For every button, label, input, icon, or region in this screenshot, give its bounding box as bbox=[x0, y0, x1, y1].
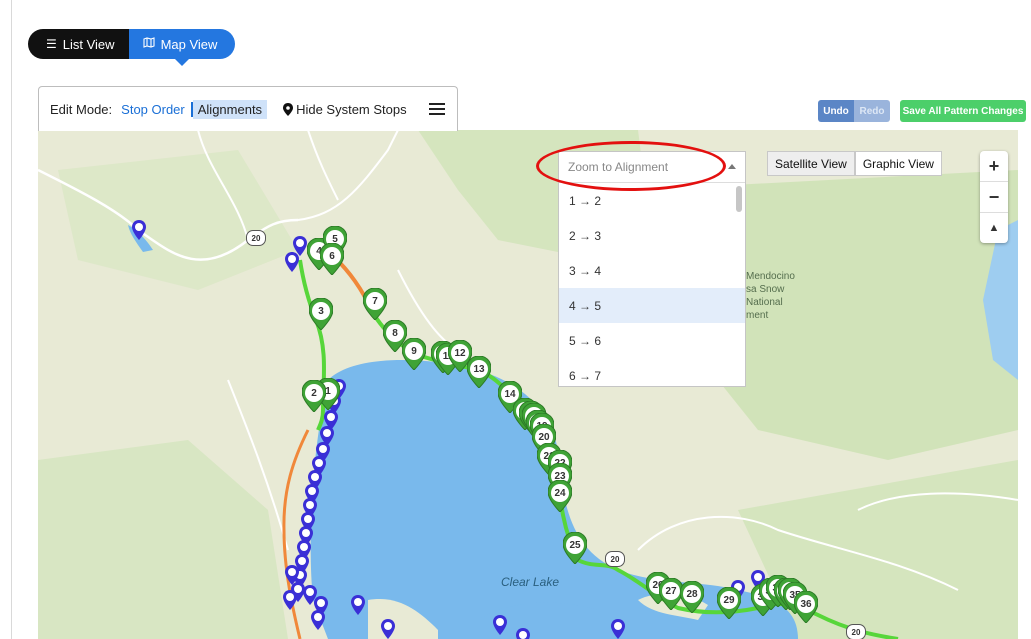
alignment-option[interactable]: 6 → 7 bbox=[559, 358, 745, 386]
stop-number-label: 7 bbox=[366, 292, 384, 310]
system-stop-marker[interactable] bbox=[351, 595, 365, 615]
map-canvas[interactable]: 20 20 20 Clear Lake Mendocino sa Snow Na… bbox=[38, 130, 1018, 639]
stop-number-label: 28 bbox=[683, 585, 701, 603]
stop-marker[interactable]: 9 bbox=[402, 338, 426, 370]
alignment-option[interactable]: 2 → 3 bbox=[559, 218, 745, 253]
graphic-view-button[interactable]: Graphic View bbox=[854, 151, 942, 176]
dropdown-scrollbar[interactable] bbox=[736, 186, 742, 212]
stop-number-label: 13 bbox=[470, 360, 488, 378]
alignment-option[interactable]: 1 → 2 bbox=[559, 183, 745, 218]
map-view-button[interactable]: Map View bbox=[128, 29, 236, 66]
page-left-rule bbox=[11, 0, 12, 639]
alignment-option[interactable]: 3 → 4 bbox=[559, 253, 745, 288]
stop-marker[interactable]: 6 bbox=[320, 243, 344, 275]
system-stop-marker[interactable] bbox=[493, 615, 507, 635]
system-stop-marker[interactable] bbox=[516, 628, 530, 639]
system-stop-marker[interactable] bbox=[132, 220, 146, 240]
zoom-out-button[interactable]: − bbox=[980, 181, 1008, 212]
system-stop-marker[interactable] bbox=[311, 610, 325, 630]
terrain-label: Mendocino sa Snow National ment bbox=[746, 271, 795, 321]
stop-number-label: 27 bbox=[662, 582, 680, 600]
stop-number-label: 9 bbox=[405, 342, 423, 360]
zoom-to-alignment-placeholder: Zoom to Alignment bbox=[568, 160, 669, 174]
save-all-pattern-changes-button[interactable]: Save All Pattern Changes bbox=[900, 100, 1026, 122]
alignment-options-list[interactable]: 1 → 2 2 → 3 3 → 4 4 → 5 5 → 6 6 → 7 bbox=[559, 182, 745, 386]
stop-marker[interactable]: 2 bbox=[302, 380, 326, 412]
compass-icon: ▲ bbox=[988, 222, 1000, 234]
alignment-option[interactable]: 5 → 6 bbox=[559, 323, 745, 358]
stop-marker[interactable]: 29 bbox=[717, 587, 741, 619]
undo-button[interactable]: Undo bbox=[818, 100, 854, 122]
list-view-label: List View bbox=[62, 36, 115, 52]
map-marker-icon bbox=[283, 102, 294, 116]
map-type-control: Satellite View Graphic View bbox=[767, 151, 942, 176]
system-stop-marker[interactable] bbox=[283, 590, 297, 610]
route-shield: 20 bbox=[846, 624, 866, 639]
stop-marker[interactable]: 24 bbox=[548, 480, 572, 512]
map-icon bbox=[143, 37, 155, 51]
stop-marker[interactable]: 36 bbox=[794, 591, 818, 623]
stop-number-label: 6 bbox=[323, 247, 341, 265]
lake-label: Clear Lake bbox=[501, 575, 560, 589]
alignments-tab[interactable]: Alignments bbox=[192, 99, 268, 119]
edit-mode-panel: Edit Mode: Stop Order Alignments Hide Sy… bbox=[38, 86, 458, 131]
zoom-controls: + − ▲ bbox=[980, 151, 1008, 243]
zoom-to-alignment-select[interactable]: Zoom to Alignment bbox=[559, 152, 745, 182]
route-shield: 20 bbox=[605, 551, 625, 567]
caret-up-icon bbox=[728, 164, 736, 169]
zoom-to-alignment-dropdown[interactable]: Zoom to Alignment 1 → 2 2 → 3 3 → 4 4 → … bbox=[558, 151, 746, 387]
satellite-view-button[interactable]: Satellite View bbox=[767, 151, 855, 176]
list-icon: ☰ bbox=[46, 37, 57, 51]
system-stop-marker[interactable] bbox=[285, 565, 299, 585]
system-stop-marker[interactable] bbox=[611, 619, 625, 639]
stop-marker[interactable]: 25 bbox=[563, 532, 587, 564]
map-base-layer bbox=[38, 130, 1018, 639]
redo-button[interactable]: Redo bbox=[854, 100, 890, 122]
view-toggle: ☰ List View Map View bbox=[28, 29, 236, 66]
hide-system-stops-label: Hide System Stops bbox=[296, 101, 407, 117]
route-shield: 20 bbox=[246, 230, 266, 246]
stop-number-label: 2 bbox=[305, 384, 323, 402]
compass-reset-button[interactable]: ▲ bbox=[980, 212, 1008, 243]
stop-number-label: 36 bbox=[797, 595, 815, 613]
stop-number-label: 24 bbox=[551, 484, 569, 502]
list-view-button[interactable]: ☰ List View bbox=[28, 29, 129, 59]
zoom-in-button[interactable]: + bbox=[980, 151, 1008, 181]
map-view-label: Map View bbox=[160, 36, 218, 52]
hide-system-stops-toggle[interactable]: Hide System Stops bbox=[283, 102, 407, 117]
system-stop-marker[interactable] bbox=[381, 619, 395, 639]
edit-mode-label: Edit Mode: bbox=[50, 101, 113, 117]
stop-number-label: 29 bbox=[720, 591, 738, 609]
stop-number-label: 25 bbox=[566, 536, 584, 554]
stop-order-link[interactable]: Stop Order bbox=[121, 101, 193, 117]
stop-marker[interactable]: 3 bbox=[309, 298, 333, 330]
stop-marker[interactable]: 28 bbox=[680, 581, 704, 613]
stop-marker[interactable]: 13 bbox=[467, 356, 491, 388]
system-stop-marker[interactable] bbox=[285, 252, 299, 272]
stop-marker[interactable]: 7 bbox=[363, 288, 387, 320]
alignment-option[interactable]: 4 → 5 bbox=[559, 288, 745, 323]
stop-number-label: 3 bbox=[312, 302, 330, 320]
hamburger-menu-icon[interactable] bbox=[428, 103, 445, 115]
